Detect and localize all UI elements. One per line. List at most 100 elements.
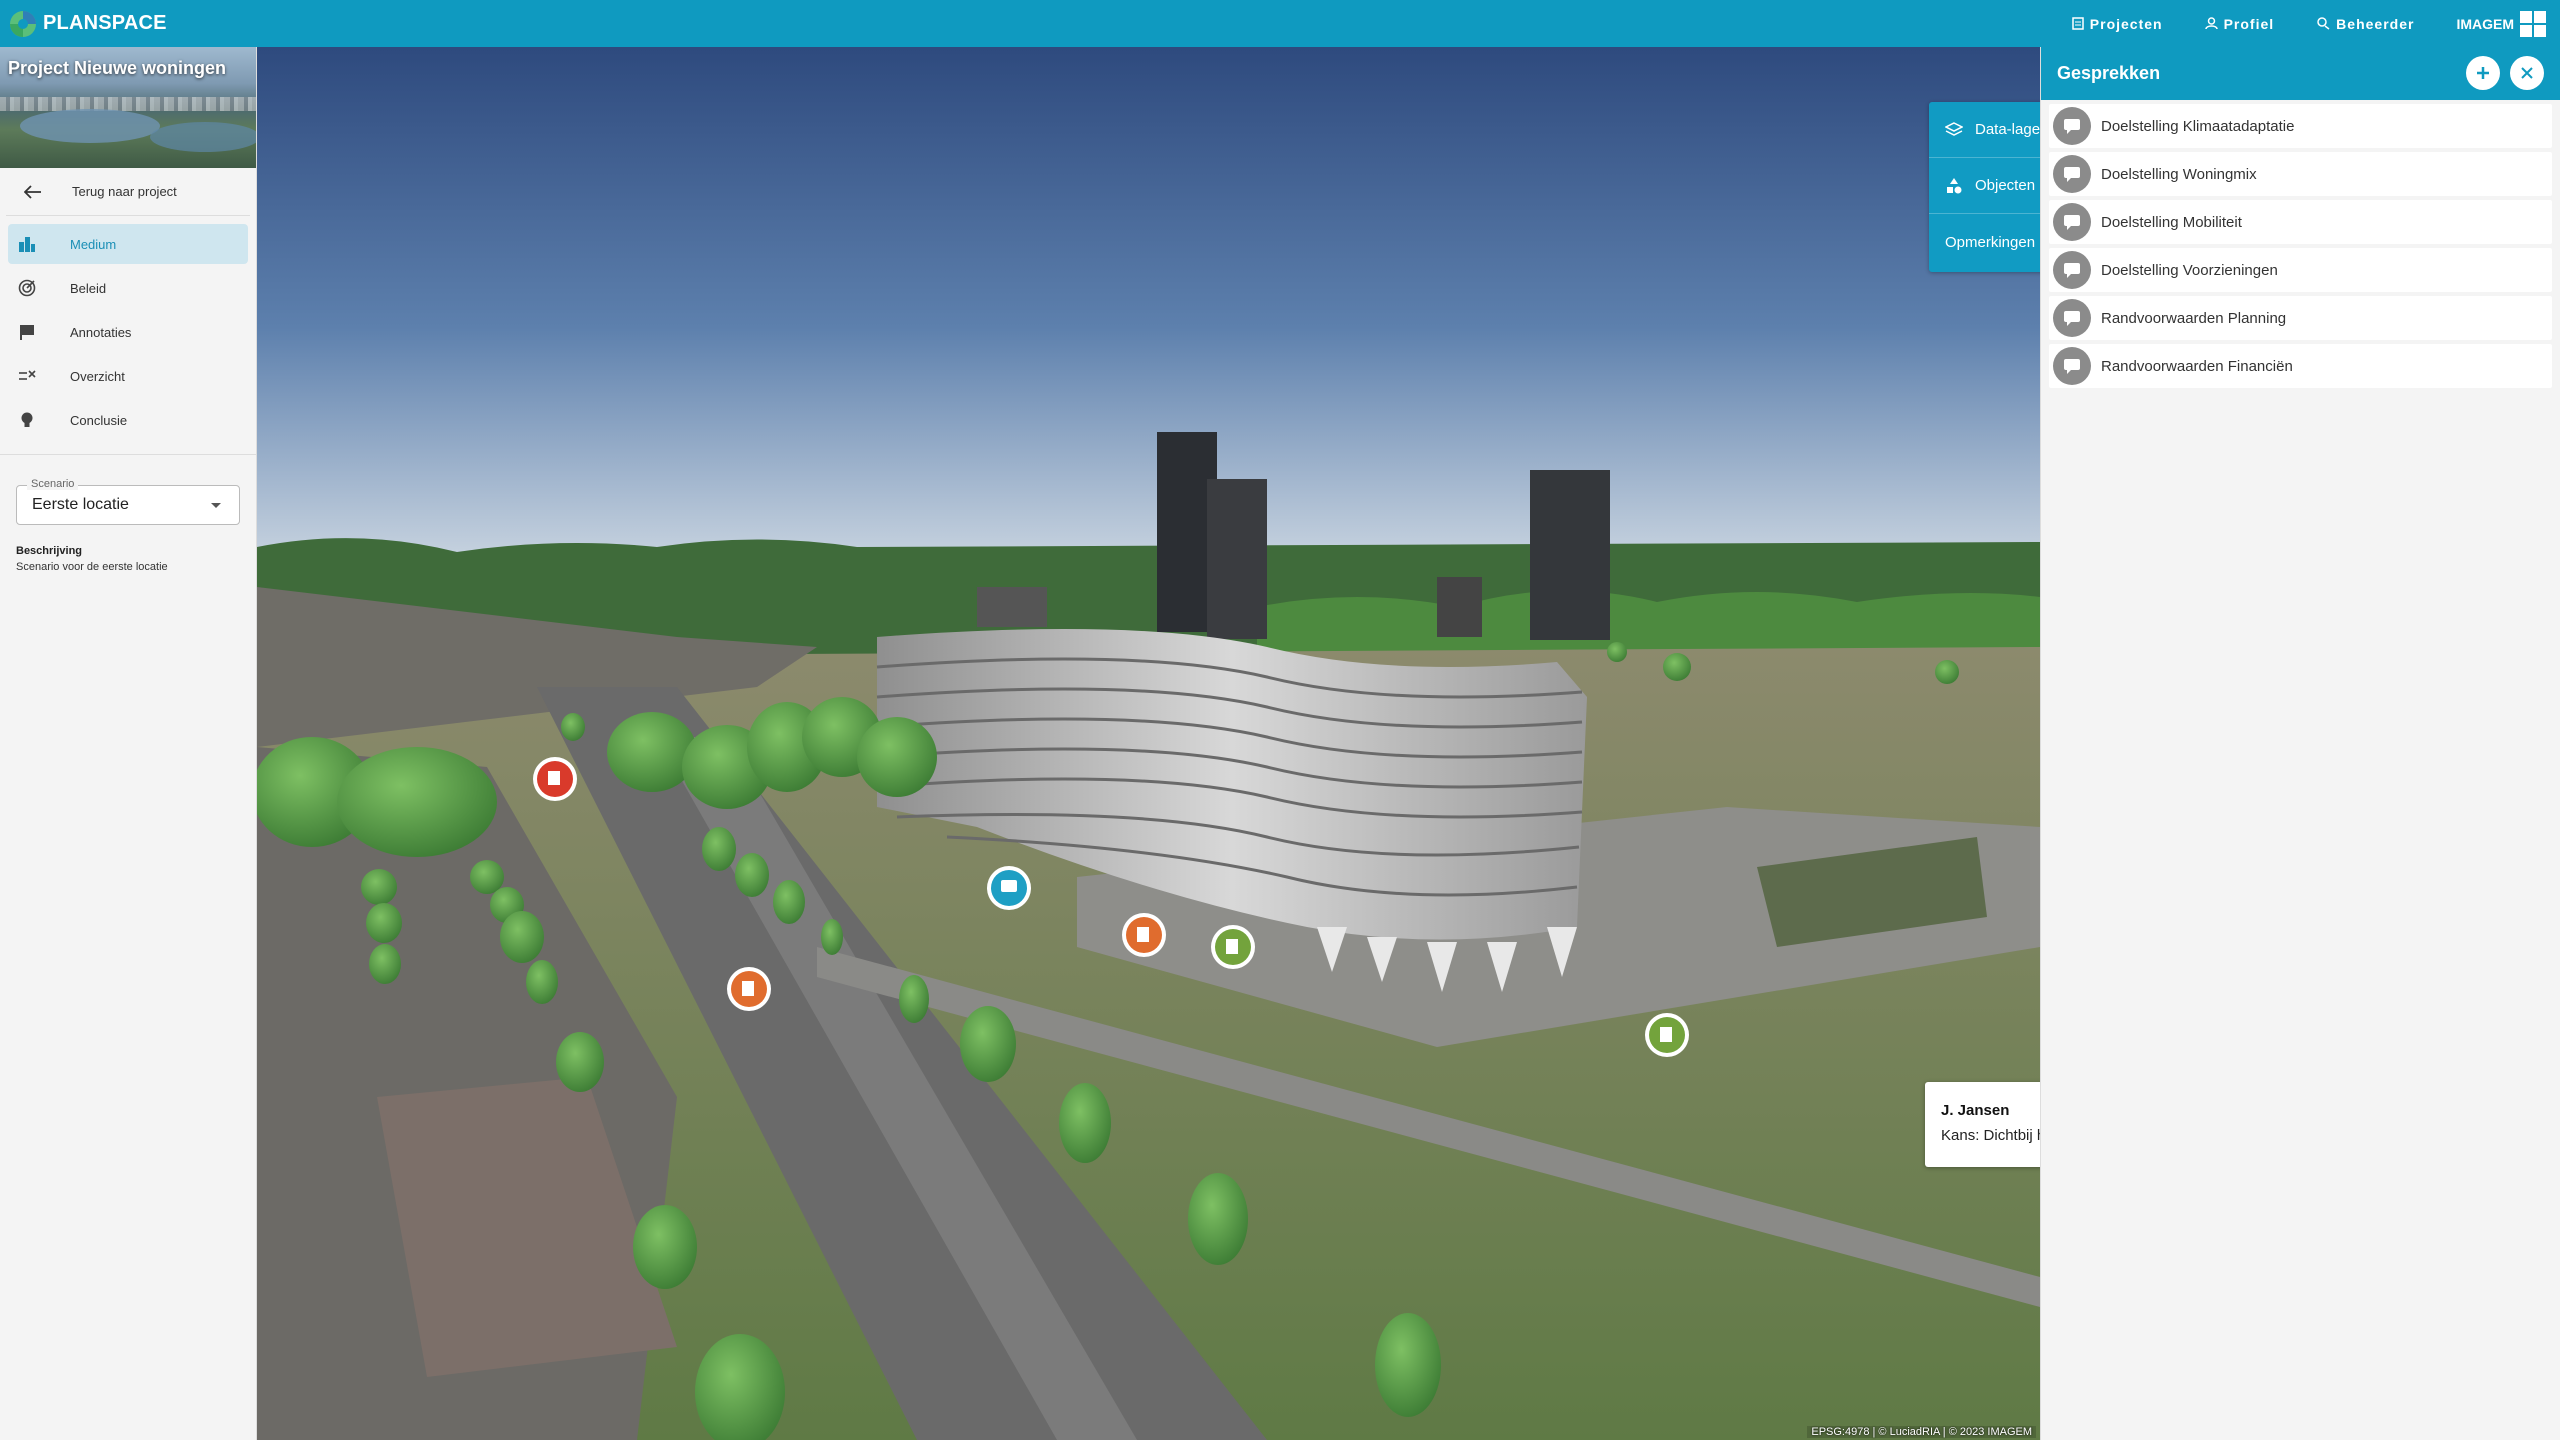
- conversations-title: Gesprekken: [2057, 63, 2161, 83]
- sidebar-item-label: Medium: [70, 236, 117, 252]
- conversation-item[interactable]: Doelstelling Klimaatadaptatie: [2049, 104, 2552, 148]
- tower-4: [1437, 577, 1482, 637]
- layer-label: Objecten: [1975, 177, 2036, 194]
- layer-row-opmerkingen[interactable]: Opmerkingen: [1929, 214, 2040, 270]
- layer-label: Data-lagen: [1975, 121, 2040, 138]
- conversation-label: Doelstelling Mobiliteit: [2101, 213, 2242, 231]
- close-icon: [2521, 67, 2533, 79]
- scenario-select[interactable]: Scenario Eerste locatie: [16, 478, 240, 525]
- target-icon: [18, 279, 36, 297]
- company-name: IMAGEM: [2456, 15, 2514, 32]
- header-city-strip: [0, 97, 256, 111]
- chat-icon: [2053, 347, 2091, 385]
- layer-row-data-lagen[interactable]: Data-lagen: [1929, 102, 2040, 158]
- imagem-logo-icon: [2520, 10, 2546, 37]
- top-nav: Projecten Profiel Beheerder IMAGEM: [2072, 0, 2560, 47]
- nav-profiel[interactable]: Profiel: [2204, 15, 2275, 32]
- chat-icon: [2053, 251, 2091, 289]
- sidebar-item-annotaties[interactable]: Annotaties: [8, 312, 248, 352]
- conversation-label: Randvoorwaarden Planning: [2101, 309, 2287, 327]
- tower-2: [1207, 479, 1267, 639]
- sidebar-menu: Medium Beleid Annotaties Overzicht Concl…: [0, 216, 256, 455]
- checklist-icon: [19, 370, 36, 380]
- plus-icon: [2477, 67, 2489, 79]
- nav-projecten[interactable]: Projecten: [2072, 16, 2163, 32]
- sidebar-item-overzicht[interactable]: Overzicht: [8, 356, 248, 396]
- tooltip-text: Kans: Dichtbij het station: [1941, 1127, 2040, 1144]
- conversation-item[interactable]: Randvoorwaarden Financiën: [2049, 344, 2552, 388]
- 3d-map-viewport[interactable]: Data-lagen Objecten Opmerkingen J. Janse…: [257, 47, 2040, 1440]
- conversation-label: Doelstelling Woningmix: [2101, 165, 2257, 183]
- map-attribution: EPSG:4978 | © LuciadRIA | © 2023 IMAGEM: [1807, 1426, 2036, 1438]
- conversation-list: Doelstelling Klimaatadaptatie Doelstelli…: [2041, 100, 2560, 388]
- planspace-logo-icon: [10, 10, 36, 37]
- conversation-label: Doelstelling Voorzieningen: [2101, 261, 2278, 279]
- conversation-label: Randvoorwaarden Financiën: [2101, 357, 2293, 375]
- conversation-label: Doelstelling Klimaatadaptatie: [2101, 117, 2295, 135]
- tooltip-author: J. Jansen: [1941, 1102, 2010, 1119]
- company-logo: IMAGEM: [2456, 10, 2546, 37]
- lightbulb-icon: [21, 412, 33, 427]
- green-marker[interactable]: [1211, 925, 1255, 969]
- sidebar-item-conclusie[interactable]: Conclusie: [8, 400, 248, 440]
- conversation-item[interactable]: Doelstelling Voorzieningen: [2049, 248, 2552, 292]
- chat-icon: [2053, 155, 2091, 193]
- brand[interactable]: PLANSPACE: [8, 0, 167, 47]
- layers-panel: Data-lagen Objecten Opmerkingen: [1929, 102, 2040, 272]
- sidebar-item-label: Overzicht: [70, 368, 125, 384]
- top-bar: PLANSPACE Projecten Profiel Beheerder IM…: [0, 0, 2560, 47]
- brand-name: PLANSPACE: [43, 12, 167, 34]
- layers-icon: [1945, 121, 1963, 136]
- sidebar-item-label: Conclusie: [70, 412, 128, 428]
- admin-icon: [2317, 17, 2330, 30]
- sidebar-item-beleid[interactable]: Beleid: [8, 268, 248, 308]
- sidebar-item-label: Annotaties: [70, 324, 132, 340]
- back-label: Terug naar project: [72, 184, 177, 199]
- scenario-select-box[interactable]: Scenario Eerste locatie: [16, 478, 240, 525]
- red-marker[interactable]: [533, 757, 577, 801]
- caret-down-icon: [211, 503, 221, 508]
- header-lake-2: [150, 122, 256, 152]
- chat-icon: [2053, 203, 2091, 241]
- shapes-icon: [1947, 177, 1962, 193]
- chat-icon: [2053, 107, 2091, 145]
- arrow-left-icon: [24, 184, 41, 199]
- 3d-scene[interactable]: [257, 47, 2040, 1440]
- tower-3: [1530, 470, 1610, 640]
- document-icon: [2072, 17, 2084, 30]
- scenario-value: Eerste locatie: [32, 496, 129, 513]
- comment-marker[interactable]: [987, 866, 1031, 910]
- block-1: [977, 587, 1047, 627]
- user-icon: [2204, 17, 2218, 30]
- header-lake: [20, 109, 160, 143]
- layer-row-objecten[interactable]: Objecten: [1929, 158, 2040, 214]
- conversation-item[interactable]: Doelstelling Mobiliteit: [2049, 200, 2552, 244]
- layer-label: Opmerkingen: [1945, 233, 2036, 251]
- chat-icon: [2053, 299, 2091, 337]
- annotation-tooltip: J. Jansen Kans: Dichtbij het station: [1925, 1082, 2040, 1167]
- buildings-icon: [19, 237, 35, 252]
- add-conversation-button[interactable]: [2466, 56, 2500, 90]
- conversation-item[interactable]: Doelstelling Woningmix: [2049, 152, 2552, 196]
- close-panel-button[interactable]: [2510, 56, 2544, 90]
- flag-icon: [20, 325, 34, 340]
- orange-marker[interactable]: [1122, 913, 1166, 957]
- project-title: Project Nieuwe woningen: [8, 58, 227, 78]
- sky: [257, 47, 2040, 557]
- nav-profiel-label: Profiel: [2223, 15, 2275, 32]
- conversations-panel: Gesprekken Doelstelling Klimaatadaptatie…: [2040, 47, 2560, 1440]
- nav-projecten-label: Projecten: [2089, 15, 2163, 32]
- conversation-item[interactable]: Randvoorwaarden Planning: [2049, 296, 2552, 340]
- scenario-legend: Scenario: [27, 478, 79, 490]
- sidebar-item-medium[interactable]: Medium: [8, 224, 248, 264]
- description-text: Scenario voor de eerste locatie: [16, 561, 168, 573]
- description-title: Beschrijving: [16, 545, 83, 557]
- back-to-project-button[interactable]: Terug naar project: [6, 168, 250, 216]
- nav-beheerder[interactable]: Beheerder: [2316, 16, 2414, 32]
- project-header-image: Project Nieuwe woningen: [0, 47, 256, 168]
- nav-beheerder-label: Beheerder: [2336, 15, 2415, 32]
- orange-marker[interactable]: [727, 967, 771, 1011]
- conversations-header: Gesprekken: [2041, 47, 2560, 100]
- green-marker[interactable]: [1645, 1013, 1689, 1057]
- sidebar-item-label: Beleid: [70, 280, 107, 296]
